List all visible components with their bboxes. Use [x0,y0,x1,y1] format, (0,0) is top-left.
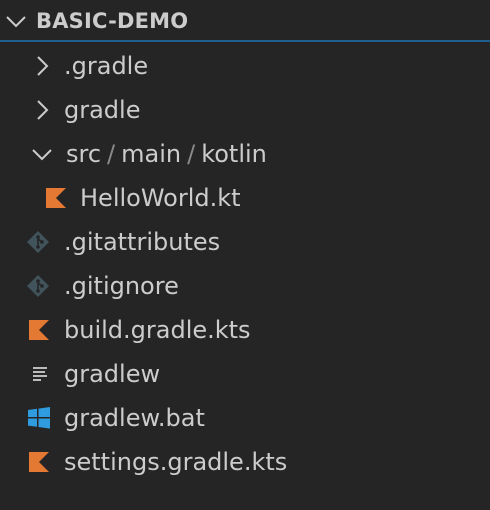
tree-item-gitattributes[interactable]: .gitattributes [0,220,490,264]
kotlin-icon [29,452,49,472]
kotlin-icon [29,320,49,340]
chevron-right-icon[interactable] [30,54,54,78]
tree-item-label: gradle [64,96,141,124]
tree-item-dot-gradle[interactable]: .gradle [0,44,490,88]
path-separator: / [187,140,196,168]
project-title: BASIC-DEMO [36,9,189,33]
path-segment-src[interactable]: src [66,140,101,168]
chevron-right-icon[interactable] [30,98,54,122]
kotlin-icon [46,188,66,208]
tree-item-label: HelloWorld.kt [80,184,241,212]
git-icon [27,275,49,297]
explorer-header[interactable]: BASIC-DEMO [0,0,490,42]
compact-folder-path: src / main / kotlin [66,140,267,168]
text-lines-icon [33,367,47,381]
path-segment-kotlin[interactable]: kotlin [201,140,267,168]
tree-item-label: gradlew [64,360,161,388]
path-separator: / [107,140,116,168]
tree-item-settings-gradle-kts[interactable]: settings.gradle.kts [0,440,490,484]
tree-item-gradlew-bat[interactable]: gradlew.bat [0,396,490,440]
file-explorer: BASIC-DEMO .gradle gradle src / main / kotli… [0,0,490,510]
tree-item-gitignore[interactable]: .gitignore [0,264,490,308]
chevron-down-icon[interactable] [5,10,27,32]
tree-item-gradle[interactable]: gradle [0,88,490,132]
path-segment-main[interactable]: main [121,140,181,168]
tree-item-src-main-kotlin[interactable]: src / main / kotlin [0,132,490,176]
chevron-down-icon[interactable] [30,142,54,166]
windows-icon [28,407,50,429]
tree-item-build-gradle-kts[interactable]: build.gradle.kts [0,308,490,352]
tree-item-label: gradlew.bat [64,404,205,432]
tree-item-helloworld-kt[interactable]: HelloWorld.kt [0,176,490,220]
git-icon [27,231,49,253]
tree-item-label: build.gradle.kts [64,316,251,344]
tree-item-label: settings.gradle.kts [64,448,288,476]
tree-item-label: .gitignore [64,272,179,300]
tree-item-gradlew[interactable]: gradlew [0,352,490,396]
tree-item-label: .gradle [64,52,149,80]
tree-item-label: .gitattributes [64,228,221,256]
